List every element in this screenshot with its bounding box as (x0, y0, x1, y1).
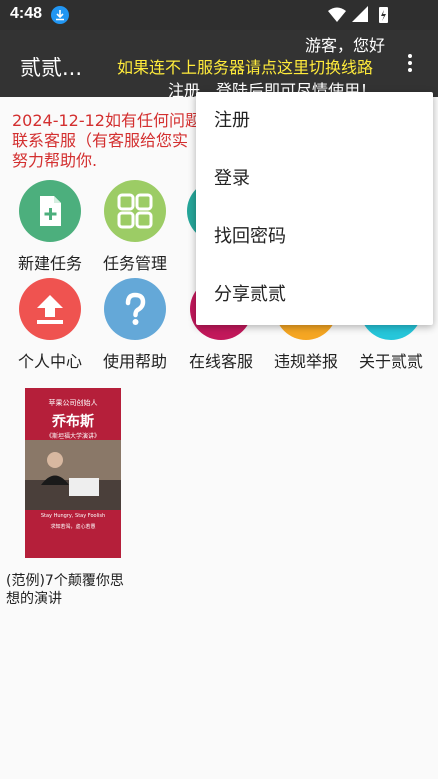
app-bar: 贰贰... 游客，您好 如果连不上服务器请点这里切换线路 注册、登陆后即可尽情使… (0, 30, 438, 97)
help-button[interactable]: 使用帮助 (92, 278, 178, 371)
guest-greeting[interactable]: 游客，您好 (305, 32, 385, 56)
personal-center-button[interactable]: 个人中心 (7, 278, 93, 371)
cover-bottom-english: Stay Hungry, Stay Foolish (40, 513, 106, 519)
status-time: 4:48 (10, 5, 43, 22)
switch-line-link[interactable]: 如果连不上服务器请点这里切换线路 (117, 54, 373, 78)
cover-top-text: 苹果公司创始人 (48, 399, 98, 407)
more-options-icon[interactable] (400, 52, 420, 76)
new-task-label: 新建任务 (17, 254, 82, 273)
about-label: 关于贰贰 (358, 352, 423, 371)
signal-icon (352, 6, 368, 22)
help-circle (104, 278, 166, 340)
menu-item-login[interactable]: 登录 (196, 150, 433, 208)
overflow-menu: 注册 登录 找回密码 分享贰贰 (196, 92, 433, 325)
download-icon (51, 6, 69, 24)
example-card[interactable]: 苹果公司创始人 乔布斯 《斯坦福大学演讲》 Stay Hungry, Stay … (6, 388, 130, 608)
task-manage-circle (104, 180, 166, 242)
help-label: 使用帮助 (102, 352, 167, 371)
cover-name: 乔布斯 (52, 414, 94, 430)
app-title: 贰贰... (20, 56, 83, 80)
cover-subtitle: 《斯坦福大学演讲》 (45, 433, 100, 440)
new-task-button[interactable]: 新建任务 (7, 180, 93, 273)
online-service-label: 在线客服 (188, 352, 253, 371)
menu-item-register[interactable]: 注册 (196, 92, 433, 150)
personal-center-circle (19, 278, 81, 340)
status-bar: 4:48 (0, 0, 438, 30)
report-label: 违规举报 (273, 352, 338, 371)
example-cover-image: 苹果公司创始人 乔布斯 《斯坦福大学演讲》 Stay Hungry, Stay … (25, 388, 121, 558)
upload-icon (37, 295, 63, 324)
personal-center-label: 个人中心 (17, 352, 82, 371)
cover-bottom-chinese: 求知若渴，虚心若愚 (50, 524, 96, 530)
menu-item-recover-password[interactable]: 找回密码 (196, 208, 433, 266)
task-manage-label: 任务管理 (102, 254, 167, 273)
example-title: (范例)7个颠覆你思想的演讲 (6, 573, 124, 607)
wifi-icon (328, 7, 346, 22)
new-file-icon (40, 196, 61, 226)
task-manage-button[interactable]: 任务管理 (92, 180, 178, 273)
cover-photo (25, 440, 121, 510)
new-task-circle (19, 180, 81, 242)
question-icon (125, 292, 146, 325)
status-icons (328, 6, 388, 23)
grid-icon (117, 193, 153, 229)
menu-item-share[interactable]: 分享贰贰 (196, 266, 433, 324)
